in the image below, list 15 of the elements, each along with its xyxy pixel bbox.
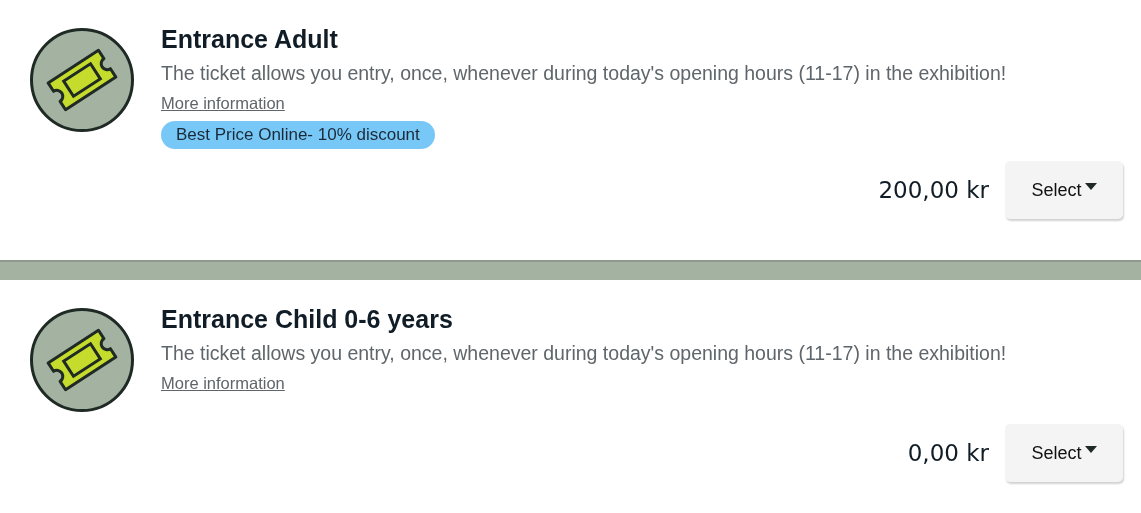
more-information-link[interactable]: More information <box>161 374 285 393</box>
ticket-icon <box>30 28 134 132</box>
ticket-description: The ticket allows you entry, once, whenever during today's opening hours (11-17) in the exhibition! <box>161 341 1007 365</box>
ticket-title: Entrance Adult <box>161 24 338 54</box>
ticket-title: Entrance Child 0-6 years <box>161 304 453 334</box>
caret-icon <box>1084 445 1097 453</box>
ticket-price: 200,00 kr <box>878 177 989 203</box>
ticket-description: The ticket allows you entry, once, whenever during today's opening hours (11-17) in the exhibition! <box>161 61 1007 85</box>
select-dropdown-button[interactable]: Select <box>1005 424 1123 482</box>
select-dropdown-button[interactable]: Select <box>1005 161 1123 219</box>
ticket-icon <box>30 308 134 412</box>
discount-badge: Best Price Online- 10% discount <box>161 121 435 149</box>
more-information-link[interactable]: More information <box>161 94 285 113</box>
caret-icon <box>1084 182 1097 190</box>
ticket-price: 0,00 kr <box>907 440 989 466</box>
